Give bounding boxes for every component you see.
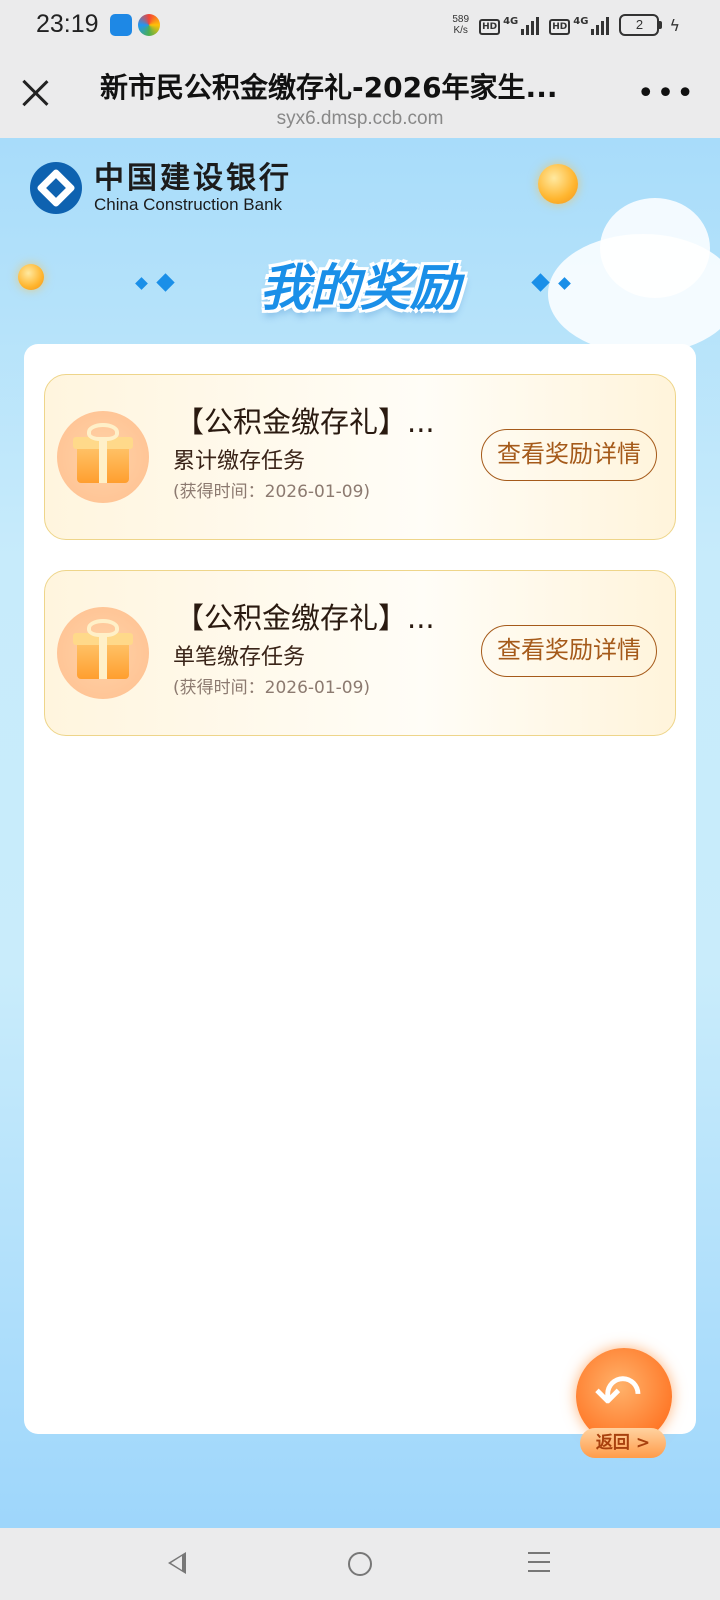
colorful-app-icon (138, 14, 160, 36)
nav-menu-icon[interactable] (528, 1552, 550, 1572)
app-notification-icon (110, 14, 132, 36)
nav-home-icon[interactable] (348, 1552, 372, 1576)
page-content: 中国建设银行 China Construction Bank 我的奖励 【公积金… (0, 138, 720, 1528)
gift-icon (57, 607, 149, 699)
rewards-panel: 【公积金缴存礼】... 累计缴存任务 (获得时间：2026-01-09) 查看奖… (24, 344, 696, 1434)
sim2-signal-icon: HD 4G (549, 16, 610, 35)
reward-task: 单笔缴存任务 (173, 645, 306, 670)
reward-card: 【公积金缴存礼】... 单笔缴存任务 (获得时间：2026-01-09) 查看奖… (44, 570, 676, 736)
reward-card: 【公积金缴存礼】... 累计缴存任务 (获得时间：2026-01-09) 查看奖… (44, 374, 676, 540)
back-button-label[interactable]: 返回 > (580, 1428, 666, 1458)
reward-title: 【公积金缴存礼】... (175, 601, 435, 635)
close-icon[interactable] (18, 76, 52, 110)
ccb-logo-icon (30, 162, 82, 214)
page-title: 新市民公积金缴存礼-2026年家生... (100, 71, 558, 104)
network-speed: 589 K/s (452, 14, 470, 36)
section-heading: 我的奖励 (260, 259, 460, 317)
browser-title-bar: 新市民公积金缴存礼-2026年家生... syx6.dmsp.ccb.com •… (0, 54, 720, 138)
gift-icon (57, 411, 149, 503)
page-url: syx6.dmsp.ccb.com (276, 108, 444, 129)
status-bar: 23:19 589 K/s HD 4G HD 4G 2 ϟ (0, 0, 720, 54)
view-reward-details-button[interactable]: 查看奖励详情 (481, 429, 657, 481)
reward-time: (获得时间：2026-01-09) (173, 678, 371, 698)
ccb-logo: 中国建设银行 China Construction Bank (30, 162, 292, 214)
return-arrow-icon: ↶ (594, 1361, 643, 1429)
brand-name-cn: 中国建设银行 (94, 161, 292, 196)
status-indicators: 589 K/s HD 4G HD 4G 2 ϟ (452, 14, 680, 36)
reward-title: 【公积金缴存礼】... (175, 405, 435, 439)
coin-decoration (538, 164, 578, 204)
system-navigation-bar (0, 1528, 720, 1600)
nav-back-icon[interactable] (168, 1552, 186, 1574)
reward-time: (获得时间：2026-01-09) (173, 482, 371, 502)
brand-name-en: China Construction Bank (94, 195, 283, 214)
battery-icon: 2 (619, 14, 663, 36)
charging-icon: ϟ (669, 15, 680, 35)
more-options-button[interactable]: ••• (637, 79, 696, 109)
sim1-signal-icon: HD 4G (479, 16, 540, 35)
reward-task: 累计缴存任务 (173, 449, 306, 474)
clock: 23:19 (36, 10, 99, 38)
view-reward-details-button[interactable]: 查看奖励详情 (481, 625, 657, 677)
